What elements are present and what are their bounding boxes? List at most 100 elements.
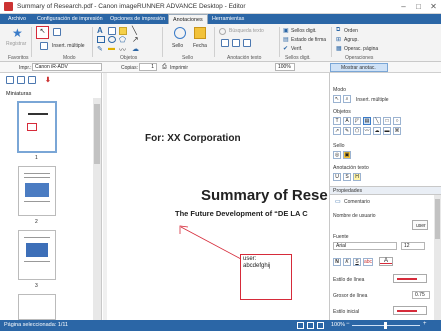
tab-herramientas[interactable]: Herramientas	[208, 14, 248, 24]
stamp-icon[interactable]: ◎	[333, 151, 341, 159]
fecha-button[interactable]: Fecha	[193, 43, 207, 49]
polygon-icon[interactable]: ⬠	[353, 127, 361, 135]
comentario-label[interactable]: Comentario	[344, 199, 370, 205]
italic-button[interactable]: K	[343, 258, 351, 266]
cloud-icon[interactable]: ☁	[132, 45, 139, 53]
font-name-select[interactable]: Arial	[333, 242, 397, 250]
orden-button[interactable]: Orden	[344, 28, 358, 34]
thumbnail-page-4[interactable]	[18, 294, 56, 320]
rect-icon[interactable]	[97, 36, 105, 43]
ellipse-icon[interactable]: ○	[393, 117, 401, 125]
tab-opciones-impresion[interactable]: Opciones de impresión	[106, 14, 169, 24]
zoom-select[interactable]: 100%	[275, 63, 295, 71]
pen-icon[interactable]: ✎	[97, 45, 103, 53]
busqueda-texto-button[interactable]: Búsqueda texto	[229, 28, 264, 34]
strikethrough-icon[interactable]	[232, 39, 240, 47]
line-style-select[interactable]	[393, 274, 427, 283]
close-button[interactable]: ✕	[427, 1, 440, 12]
tab-anotaciones[interactable]: Anotaciones	[168, 14, 208, 24]
thumbnail-page-1[interactable]	[18, 102, 56, 152]
thumbnail-scrollbar[interactable]	[93, 98, 101, 320]
hand-icon[interactable]	[53, 28, 61, 36]
verif-button[interactable]: Verif.	[291, 46, 302, 52]
sello-button[interactable]: Sello	[172, 43, 183, 49]
printer-select[interactable]: Canon iR-ADV	[32, 63, 102, 71]
zoom-icon[interactable]	[40, 42, 48, 50]
note-icon[interactable]	[119, 27, 127, 35]
stamp-icon[interactable]	[174, 27, 186, 39]
grosor-input[interactable]: 0.75	[412, 291, 430, 299]
zoom-icon[interactable]: ⌕	[343, 95, 351, 103]
tab-configuracion-impresion[interactable]: Configuración de impresión	[33, 14, 107, 24]
maximize-button[interactable]: □	[412, 1, 425, 12]
arrow-icon[interactable]: ↗	[132, 35, 139, 44]
link-icon[interactable]: ⌘	[393, 127, 401, 135]
line-icon[interactable]: ╲	[132, 26, 137, 35]
highlight-text-icon[interactable]: H	[353, 173, 361, 181]
strike-button[interactable]: abc	[363, 258, 373, 266]
thumb-options-icon[interactable]	[17, 76, 25, 84]
annotation-note[interactable]: user: abcdefghij	[240, 254, 292, 300]
polyline-icon[interactable]: 〰	[363, 127, 371, 135]
user-button[interactable]: user	[412, 220, 428, 230]
textbox-icon[interactable]	[108, 27, 116, 35]
zoom-out-icon[interactable]: −	[346, 321, 350, 327]
zoom-in-icon[interactable]: +	[423, 321, 427, 327]
font-size-select[interactable]: 12	[401, 242, 425, 250]
thumbnail-page-2[interactable]	[18, 166, 56, 216]
select-tool-button[interactable]: ↖	[36, 26, 49, 39]
pdf-icon[interactable]: ⬇	[45, 76, 51, 84]
scroll-thumb[interactable]	[94, 104, 100, 164]
mostrar-anotac-button[interactable]: Mostrar anotac.	[330, 63, 388, 72]
highlight-icon[interactable]: ▬	[383, 127, 391, 135]
document-page[interactable]: For: XX Corporation Summary of Rese The …	[107, 73, 328, 320]
start-style-select[interactable]	[393, 306, 427, 315]
agrup-button[interactable]: Agrup.	[344, 37, 359, 43]
registrar-button[interactable]: Registrar	[6, 41, 26, 47]
tab-archivo[interactable]: Archivo	[4, 14, 30, 24]
highlight-text-icon[interactable]	[243, 39, 251, 47]
view-mode-icon[interactable]	[317, 322, 324, 329]
insert-multiple-button[interactable]: Insert. múltiple	[52, 43, 85, 49]
properties-scrollbar[interactable]	[434, 195, 441, 320]
thumbnail-page-3[interactable]	[18, 230, 56, 280]
arrow-icon[interactable]: ↗	[333, 127, 341, 135]
rect-icon[interactable]: □	[383, 117, 391, 125]
estado-firma-button[interactable]: Estado de firma	[291, 37, 326, 43]
date-stamp-icon[interactable]	[194, 27, 206, 39]
underline-icon[interactable]	[221, 39, 229, 47]
sellos-digit-button[interactable]: Sellos digit.	[291, 28, 317, 34]
note-icon[interactable]: ▤	[363, 117, 371, 125]
minimize-button[interactable]: –	[397, 1, 410, 12]
copias-input[interactable]: 1	[139, 63, 157, 71]
text-icon[interactable]: T	[333, 117, 341, 125]
textbox-icon[interactable]: A	[343, 117, 351, 125]
text-icon[interactable]: A	[97, 26, 103, 35]
date-stamp-icon[interactable]: ▣	[343, 151, 351, 159]
ellipse-icon[interactable]	[108, 36, 116, 43]
imprimir-button[interactable]: Imprimir	[170, 65, 188, 71]
cursor-icon[interactable]: ↖	[333, 95, 341, 103]
font-color-button[interactable]: A	[379, 257, 393, 266]
cloud-icon[interactable]: ☁	[373, 127, 381, 135]
highlight-icon[interactable]: ▬	[108, 45, 115, 52]
scroll-thumb[interactable]	[435, 199, 440, 239]
polyline-icon[interactable]: 〰	[119, 45, 126, 55]
pen-icon[interactable]: ✎	[343, 127, 351, 135]
underline-button[interactable]: S	[353, 258, 361, 266]
callout-icon[interactable]: ◸	[353, 117, 361, 125]
view-mode-icon[interactable]	[307, 322, 314, 329]
insert-multiple-label[interactable]: Insert. múltiple	[356, 97, 389, 103]
line-icon[interactable]: ╲	[373, 117, 381, 125]
underline-icon[interactable]: U	[333, 173, 341, 181]
bold-button[interactable]: N	[333, 258, 341, 266]
view-mode-icon[interactable]	[297, 322, 304, 329]
strikethrough-icon[interactable]: S	[343, 173, 351, 181]
operac-pagina-button[interactable]: Operac. página	[344, 46, 378, 52]
thumb-view-icon[interactable]	[6, 76, 14, 84]
annotation-arrow[interactable]	[177, 223, 247, 263]
thumb-insert-icon[interactable]	[28, 76, 36, 84]
zoom-slider-thumb[interactable]	[384, 322, 387, 329]
zoom-slider[interactable]	[352, 322, 420, 329]
polygon-icon[interactable]: ⬠	[119, 35, 126, 44]
